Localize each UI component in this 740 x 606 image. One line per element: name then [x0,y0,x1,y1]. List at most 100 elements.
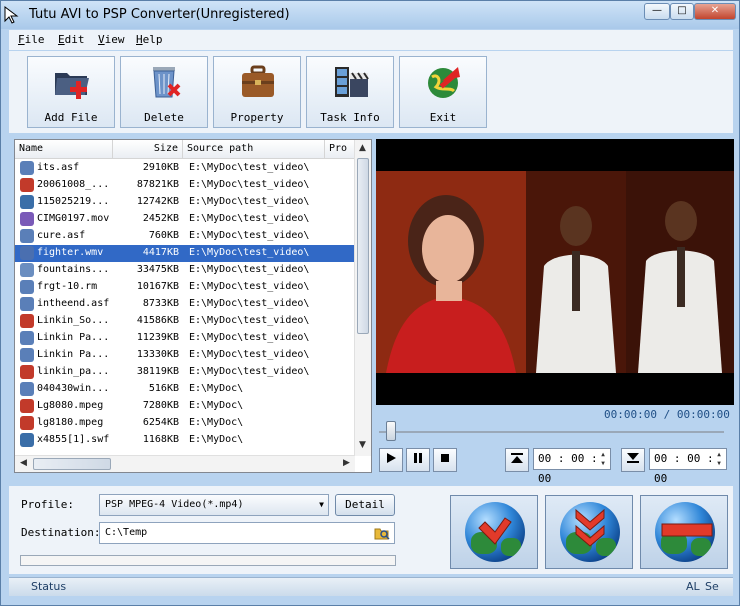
file-name: lg8180.mpeg [37,417,104,428]
set-end-button[interactable] [621,448,645,472]
table-row[interactable]: Linkin Pa... 13330KB E:\MyDoc\test_video\ [15,347,355,364]
file-name: frgt-10.rm [37,281,98,292]
scroll-right-icon[interactable]: ▶ [339,456,354,471]
browse-folder-icon[interactable] [374,526,390,540]
menu-view[interactable]: View [98,33,125,46]
menu-edit[interactable]: Edit [58,33,85,46]
table-row[interactable]: lg8180.mpeg 6254KB E:\MyDoc\ [15,415,355,432]
wmv-file-icon [20,246,34,260]
file-list-vertical-scrollbar[interactable]: ▲ ▼ [354,140,371,456]
file-size: 41586KB [136,315,179,326]
maximize-button[interactable]: □ [670,3,694,20]
convert-button[interactable] [450,495,538,569]
add-file-button[interactable]: Add File [27,56,115,128]
column-source-path[interactable]: Source path [183,140,325,158]
profile-select-value: PSP MPEG-4 Video(*.mp4) [105,499,244,510]
table-row[interactable]: x4855[1].swf 1168KB E:\MyDoc\ [15,432,355,449]
exit-button[interactable]: Exit [399,56,487,128]
convert-all-button[interactable] [545,495,633,569]
file-size: 11239KB [136,332,179,343]
play-icon [387,453,396,463]
minimize-button[interactable]: — [644,3,670,20]
file-name: fountains... [37,264,110,275]
file-source-path: E:\MyDoc\ [189,400,244,411]
file-source-path: E:\MyDoc\test_video\ [189,264,310,275]
table-row[interactable]: frgt-10.rm 10167KB E:\MyDoc\test_video\ [15,279,355,296]
end-time-spinner[interactable]: ▲ ▼ [713,450,725,468]
seek-track[interactable] [379,431,724,433]
file-source-path: E:\MyDoc\test_video\ [189,196,310,207]
file-size: 12742KB [136,196,179,207]
destination-field[interactable]: C:\Temp [99,522,395,544]
file-size: 1168KB [142,434,179,445]
table-row[interactable]: 040430win... 516KB E:\MyDoc\ [15,381,355,398]
seek-slider-handle[interactable] [386,421,396,441]
table-row[interactable]: intheend.asf 8733KB E:\MyDoc\test_video\ [15,296,355,313]
task-info-label: Task Info [320,111,380,124]
table-row[interactable]: its.asf 2910KB E:\MyDoc\test_video\ [15,160,355,177]
scroll-up-icon[interactable]: ▲ [355,141,370,156]
file-name: fighter.wmv [37,247,104,258]
menu-file[interactable]: File [18,33,45,46]
file-list[interactable]: Name Size Source path Pro its.asf 2910KB E… [14,139,372,473]
start-time-input[interactable]: 00 : 00 : 00 ▲ ▼ [533,448,611,485]
table-row[interactable]: Lg8080.mpeg 7280KB E:\MyDoc\ [15,398,355,415]
end-time-input[interactable]: 00 : 00 : 00 ▲ ▼ [649,448,727,485]
vertical-scroll-thumb[interactable] [357,158,369,334]
exit-globe-icon [428,67,460,98]
table-row[interactable]: cure.asf 760KB E:\MyDoc\test_video\ [15,228,355,245]
pause-button[interactable] [406,448,430,472]
video-frame-image [376,171,734,373]
set-end-icon [627,453,639,463]
column-name[interactable]: Name [15,140,113,158]
time-display: 00:00:00 / 00:00:00 [604,408,730,421]
profile-label: Profile: [21,498,74,511]
convert-all-globe-icon [560,502,620,562]
table-row[interactable]: fighter.wmv 4417KB E:\MyDoc\test_video\ [15,245,355,262]
file-name: Lg8080.mpeg [37,400,104,411]
file-list-horizontal-scrollbar[interactable]: ◀ ▶ [15,455,355,472]
file-size: 516KB [148,383,179,394]
file-size: 6254KB [142,417,179,428]
table-row[interactable]: fountains... 33475KB E:\MyDoc\test_video\ [15,262,355,279]
stop-icon [441,454,449,462]
end-time-value: 00 : 00 : 00 [654,452,714,485]
task-info-button[interactable]: Task Info [306,56,394,128]
add-file-label: Add File [44,111,98,124]
delete-button[interactable]: Delete [120,56,208,128]
column-progress[interactable]: Pro [325,140,355,158]
start-time-spinner[interactable]: ▲ ▼ [597,450,609,468]
horizontal-scroll-thumb[interactable] [33,458,111,470]
film-clapper-icon [335,67,369,97]
file-source-path: E:\MyDoc\ [189,383,244,394]
property-button[interactable]: Property [213,56,301,128]
file-name: x4855[1].swf [37,434,110,445]
table-row[interactable]: CIMG0197.mov 2452KB E:\MyDoc\test_video\ [15,211,355,228]
video-frame [376,171,734,373]
table-row[interactable]: 20061008_... 87821KB E:\MyDoc\test_video\ [15,177,355,194]
status-panel-2: Se [705,580,719,593]
scroll-down-icon[interactable]: ▼ [355,438,370,453]
table-row[interactable]: Linkin_So... 41586KB E:\MyDoc\test_video\ [15,313,355,330]
mpeg-file-icon [20,263,34,277]
column-size[interactable]: Size [113,140,183,158]
close-button[interactable]: ✕ [694,3,736,20]
file-name: its.asf [37,162,80,173]
set-start-button[interactable] [505,448,529,472]
file-source-path: E:\MyDoc\ [189,434,244,445]
scroll-left-icon[interactable]: ◀ [16,456,31,471]
profile-select[interactable]: PSP MPEG-4 Video(*.mp4) ▼ [99,494,329,516]
trash-icon [153,67,181,98]
stop-conversion-button[interactable] [640,495,728,569]
detail-button[interactable]: Detail [335,494,395,516]
table-row[interactable]: linkin_pa... 38119KB E:\MyDoc\test_video\ [15,364,355,381]
quicktime-file-icon [20,195,34,209]
menu-help[interactable]: Help [136,33,163,46]
play-button[interactable] [379,448,403,472]
table-row[interactable]: 115025219... 12742KB E:\MyDoc\test_video\ [15,194,355,211]
table-row[interactable]: Linkin Pa... 11239KB E:\MyDoc\test_video\ [15,330,355,347]
chevron-down-icon[interactable]: ▼ [319,495,324,515]
stop-button[interactable] [433,448,457,472]
asf-file-icon [20,229,34,243]
file-name: 040430win... [37,383,110,394]
